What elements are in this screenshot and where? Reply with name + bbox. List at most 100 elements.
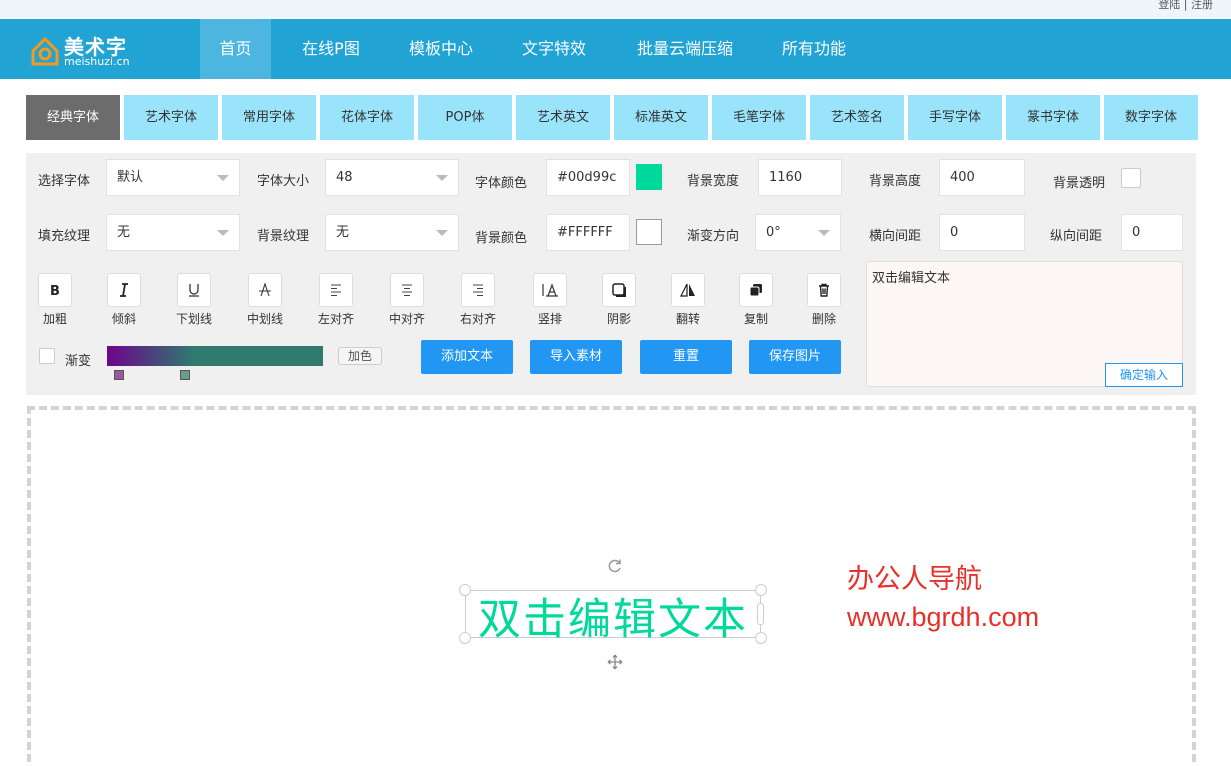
gradient-direction-select[interactable]: 0° (755, 214, 841, 251)
tab-brush[interactable]: 毛笔字体 (712, 95, 806, 140)
resize-handle-right[interactable] (757, 603, 764, 625)
flip-label: 翻转 (675, 312, 700, 326)
underline-button[interactable] (177, 273, 211, 307)
copy-label: 复制 (743, 312, 768, 326)
underline-label: 下划线 (175, 312, 212, 326)
size-select[interactable]: 48 (325, 159, 459, 196)
tab-art-english[interactable]: 艺术英文 (516, 95, 610, 140)
vertical-text-label: 竖排 (537, 312, 562, 326)
tab-standard-english[interactable]: 标准英文 (614, 95, 708, 140)
shadow-button[interactable] (602, 273, 636, 307)
italic-button[interactable] (107, 273, 141, 307)
nav-home[interactable]: 首页 (200, 19, 271, 79)
nav-batch-compress[interactable]: 批量云端压缩 (620, 19, 750, 79)
vertical-text-button[interactable] (533, 273, 567, 307)
font-select[interactable]: 默认 (106, 159, 240, 196)
tab-signature[interactable]: 艺术签名 (810, 95, 904, 140)
tab-seal[interactable]: 篆书字体 (1006, 95, 1100, 140)
gradient-stop-handle[interactable] (180, 370, 190, 380)
bg-color-label: 背景颜色 (475, 231, 528, 246)
strikethrough-label: 中划线 (246, 312, 283, 326)
v-spacing-input[interactable]: 0 (1121, 214, 1183, 251)
font-color-input[interactable]: #00d99c (546, 159, 630, 196)
font-color-label: 字体颜色 (475, 176, 528, 191)
tab-pop[interactable]: POP体 (418, 95, 512, 140)
bg-color-input[interactable]: #FFFFFF (546, 214, 630, 251)
login-link[interactable]: 登陆 (1158, 0, 1180, 11)
bg-texture-select[interactable]: 无 (325, 214, 459, 251)
fill-texture-select[interactable]: 无 (106, 214, 240, 251)
move-handle[interactable] (605, 652, 625, 672)
bold-button[interactable]: B (38, 273, 72, 307)
resize-handle-top-right[interactable] (755, 584, 767, 596)
add-text-button[interactable]: 添加文本 (421, 340, 513, 374)
bold-icon: B (50, 284, 60, 299)
flip-button[interactable] (671, 273, 705, 307)
tab-classic[interactable]: 经典字体 (26, 95, 120, 140)
align-left-icon (331, 284, 341, 296)
gradient-checkbox[interactable] (39, 348, 55, 364)
tab-fancy[interactable]: 花体字体 (320, 95, 414, 140)
resize-handle-bottom-right[interactable] (755, 632, 767, 644)
align-right-label: 右对齐 (459, 312, 496, 326)
tab-digits[interactable]: 数字字体 (1104, 95, 1198, 140)
canvas-text[interactable]: 双击编辑文本 (466, 585, 760, 647)
register-link[interactable]: 注册 (1191, 0, 1213, 11)
strikethrough-button[interactable] (248, 273, 282, 307)
underline-icon (189, 284, 199, 297)
watermark-line-1: 办公人导航 (847, 564, 982, 594)
confirm-input-button[interactable]: 确定输入 (1105, 363, 1183, 387)
save-image-button[interactable]: 保存图片 (749, 340, 841, 374)
gradient-preview-bar[interactable] (107, 346, 323, 366)
size-select-value: 48 (336, 170, 353, 185)
nav-templates[interactable]: 模板中心 (395, 19, 487, 79)
chevron-down-icon (436, 230, 448, 236)
flip-icon (680, 283, 695, 297)
import-material-button[interactable]: 导入素材 (530, 340, 622, 374)
gradient-stop-handle[interactable] (114, 370, 124, 380)
watermark: 办公人导航 www.bgrdh.com (847, 560, 1039, 636)
font-select-value: 默认 (117, 170, 144, 185)
account-links: 登陆 | 注册 (1158, 0, 1213, 12)
account-separator: | (1180, 0, 1191, 11)
align-left-button[interactable] (319, 273, 353, 307)
align-right-button[interactable] (461, 273, 495, 307)
bg-height-input[interactable]: 400 (939, 159, 1025, 196)
nav-online-ps[interactable]: 在线P图 (285, 19, 377, 79)
nav-all-features[interactable]: 所有功能 (768, 19, 860, 79)
add-color-button[interactable]: 加色 (338, 347, 382, 365)
align-center-button[interactable] (390, 273, 424, 307)
bg-transparent-checkbox[interactable] (1121, 168, 1141, 188)
top-strip: 登陆 | 注册 (0, 0, 1231, 19)
bg-color-swatch[interactable] (636, 219, 662, 245)
chevron-down-icon (436, 175, 448, 181)
copy-button[interactable] (739, 273, 773, 307)
bg-width-input[interactable]: 1160 (758, 159, 842, 196)
resize-handle-bottom-left[interactable] (459, 632, 471, 644)
tab-art[interactable]: 艺术字体 (124, 95, 218, 140)
tab-common[interactable]: 常用字体 (222, 95, 316, 140)
font-color-swatch[interactable] (636, 164, 662, 190)
shadow-icon (612, 283, 626, 297)
logo-icon (31, 37, 59, 66)
tab-handwriting[interactable]: 手写字体 (908, 95, 1002, 140)
nav-text-effects[interactable]: 文字特效 (508, 19, 600, 79)
italic-label: 倾斜 (111, 312, 136, 326)
main-navbar: 美术字 meishuzi.cn 首页 在线P图 模板中心 文字特效 批量云端压缩… (0, 19, 1231, 79)
vertical-text-icon (542, 283, 558, 297)
reset-button[interactable]: 重置 (640, 340, 732, 374)
v-spacing-label: 纵向间距 (1050, 229, 1103, 244)
delete-button[interactable] (807, 273, 841, 307)
h-spacing-label: 横向间距 (869, 229, 922, 244)
resize-handle-top-left[interactable] (459, 584, 471, 596)
site-logo[interactable]: 美术字 meishuzi.cn (30, 33, 160, 69)
text-selection-box[interactable]: 双击编辑文本 (459, 584, 767, 645)
bold-label: 加粗 (42, 312, 67, 326)
delete-label: 删除 (811, 312, 836, 326)
fill-texture-value: 无 (117, 225, 131, 240)
rotate-handle[interactable] (605, 556, 625, 576)
align-center-icon (402, 284, 412, 296)
h-spacing-input[interactable]: 0 (939, 214, 1025, 251)
gradient-direction-label: 渐变方向 (687, 229, 740, 244)
design-canvas[interactable]: 双击编辑文本 办公人导航 www.bgrdh.com (27, 406, 1196, 766)
